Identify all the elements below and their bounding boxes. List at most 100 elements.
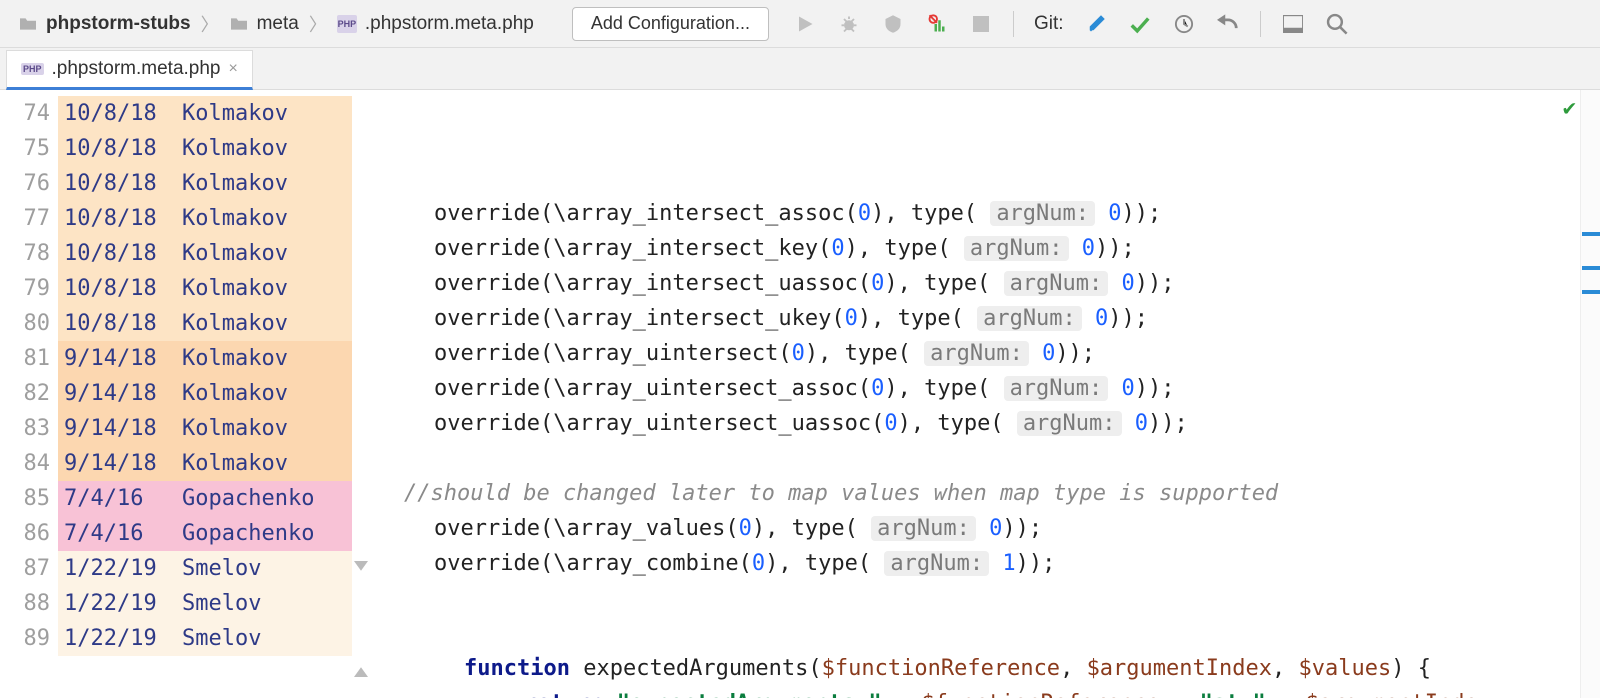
line-number: 80 bbox=[0, 306, 58, 341]
annotate-date: 7/4/16 bbox=[64, 516, 182, 551]
line-number-gutter: 74757677787980818283848586878889 bbox=[0, 90, 58, 698]
run-toolbar: Git: bbox=[793, 11, 1349, 37]
code-line[interactable]: override(\array_uintersect_uassoc(0), ty… bbox=[374, 406, 1600, 441]
annotate-row[interactable]: 1/22/19Smelov bbox=[58, 586, 352, 621]
annotate-row[interactable]: 10/8/18Kolmakov bbox=[58, 166, 352, 201]
annotate-row[interactable]: 9/14/18Kolmakov bbox=[58, 446, 352, 481]
revert-icon[interactable] bbox=[1216, 12, 1240, 36]
code-line[interactable]: override(\array_combine(0), type( argNum… bbox=[374, 546, 1600, 581]
stop-icon[interactable] bbox=[969, 12, 993, 36]
rail-marker bbox=[1582, 290, 1600, 294]
run-icon[interactable] bbox=[793, 12, 817, 36]
annotate-row[interactable]: 10/8/18Kolmakov bbox=[58, 306, 352, 341]
layout-icon[interactable] bbox=[1281, 12, 1305, 36]
annotate-author: Kolmakov bbox=[182, 341, 288, 376]
annotate-author: Smelov bbox=[182, 621, 261, 656]
line-number: 76 bbox=[0, 166, 58, 201]
breadcrumb-folder[interactable]: meta bbox=[221, 11, 307, 37]
annotate-row[interactable]: 1/22/19Smelov bbox=[58, 551, 352, 586]
code-line[interactable] bbox=[374, 616, 1600, 651]
tab-label: .phpstorm.meta.php bbox=[52, 58, 221, 80]
annotate-date: 9/14/18 bbox=[64, 376, 182, 411]
annotate-date: 1/22/19 bbox=[64, 621, 182, 656]
annotate-date: 1/22/19 bbox=[64, 586, 182, 621]
fold-gutter[interactable] bbox=[352, 90, 374, 698]
rail-marker bbox=[1582, 266, 1600, 270]
annotate-author: Kolmakov bbox=[182, 201, 288, 236]
line-number: 74 bbox=[0, 96, 58, 131]
code-line[interactable]: //should be changed later to map values … bbox=[374, 476, 1600, 511]
breadcrumb-project[interactable]: phpstorm-stubs bbox=[10, 11, 199, 37]
annotate-author: Kolmakov bbox=[182, 411, 288, 446]
add-configuration-button[interactable]: Add Configuration... bbox=[572, 7, 769, 41]
line-number: 79 bbox=[0, 271, 58, 306]
code-line[interactable]: override(\array_uintersect(0), type( arg… bbox=[374, 336, 1600, 371]
code-line[interactable]: override(\array_intersect_assoc(0), type… bbox=[374, 196, 1600, 231]
php-file-icon: PHP bbox=[337, 15, 357, 33]
code-line[interactable]: override(\array_uintersect_assoc(0), typ… bbox=[374, 371, 1600, 406]
line-number: 75 bbox=[0, 131, 58, 166]
code-line[interactable]: return "expectedArguments " . $functionR… bbox=[374, 686, 1600, 698]
code-line[interactable] bbox=[374, 441, 1600, 476]
annotate-row[interactable]: 9/14/18Kolmakov bbox=[58, 376, 352, 411]
line-number: 89 bbox=[0, 621, 58, 656]
code-line[interactable]: override(\array_intersect_key(0), type( … bbox=[374, 231, 1600, 266]
line-number: 86 bbox=[0, 516, 58, 551]
annotate-date: 10/8/18 bbox=[64, 236, 182, 271]
code-area[interactable]: ✔ override(\array_intersect_assoc(0), ty… bbox=[374, 90, 1600, 698]
code-line[interactable]: override(\array_intersect_uassoc(0), typ… bbox=[374, 266, 1600, 301]
annotate-author: Kolmakov bbox=[182, 376, 288, 411]
editor-tab[interactable]: PHP .phpstorm.meta.php × bbox=[6, 50, 253, 90]
search-icon[interactable] bbox=[1325, 12, 1349, 36]
scrollbar[interactable] bbox=[1580, 90, 1600, 698]
vcs-annotate-gutter[interactable]: 10/8/18Kolmakov10/8/18Kolmakov10/8/18Kol… bbox=[58, 90, 352, 698]
annotate-author: Gopachenko bbox=[182, 481, 314, 516]
git-label: Git: bbox=[1034, 13, 1064, 35]
fold-collapse-icon[interactable] bbox=[354, 556, 370, 572]
coverage-icon[interactable] bbox=[881, 12, 905, 36]
annotate-author: Kolmakov bbox=[182, 166, 288, 201]
separator bbox=[1013, 11, 1014, 37]
close-icon[interactable]: × bbox=[229, 60, 238, 78]
breadcrumb-label: .phpstorm.meta.php bbox=[365, 13, 534, 35]
line-number: 88 bbox=[0, 586, 58, 621]
editor-tabbar: PHP .phpstorm.meta.php × bbox=[0, 48, 1600, 90]
toolbar: phpstorm-stubs 〉 meta 〉 PHP .phpstorm.me… bbox=[0, 0, 1600, 48]
line-number: 78 bbox=[0, 236, 58, 271]
annotate-author: Kolmakov bbox=[182, 96, 288, 131]
code-line[interactable] bbox=[374, 581, 1600, 616]
annotate-date: 9/14/18 bbox=[64, 341, 182, 376]
profile-icon[interactable] bbox=[925, 12, 949, 36]
update-icon[interactable] bbox=[1084, 12, 1108, 36]
annotate-row[interactable]: 9/14/18Kolmakov bbox=[58, 341, 352, 376]
annotate-row[interactable]: 10/8/18Kolmakov bbox=[58, 96, 352, 131]
code-line[interactable]: override(\array_intersect_ukey(0), type(… bbox=[374, 301, 1600, 336]
code-line[interactable]: function expectedArguments($functionRefe… bbox=[374, 651, 1600, 686]
breadcrumb-file[interactable]: PHP .phpstorm.meta.php bbox=[329, 11, 542, 37]
annotate-row[interactable]: 10/8/18Kolmakov bbox=[58, 236, 352, 271]
fold-expand-icon[interactable] bbox=[354, 658, 370, 674]
annotate-author: Kolmakov bbox=[182, 446, 288, 481]
annotate-row[interactable]: 10/8/18Kolmakov bbox=[58, 131, 352, 166]
annotate-row[interactable]: 7/4/16Gopachenko bbox=[58, 481, 352, 516]
code-line[interactable]: override(\array_values(0), type( argNum:… bbox=[374, 511, 1600, 546]
annotate-row[interactable]: 9/14/18Kolmakov bbox=[58, 411, 352, 446]
editor: 74757677787980818283848586878889 10/8/18… bbox=[0, 90, 1600, 698]
inspection-ok-icon[interactable]: ✔ bbox=[1563, 96, 1576, 121]
php-file-icon: PHP bbox=[21, 63, 44, 75]
history-icon[interactable] bbox=[1172, 12, 1196, 36]
annotate-author: Kolmakov bbox=[182, 271, 288, 306]
annotate-row[interactable]: 7/4/16Gopachenko bbox=[58, 516, 352, 551]
commit-icon[interactable] bbox=[1128, 12, 1152, 36]
annotate-author: Kolmakov bbox=[182, 306, 288, 341]
annotate-row[interactable]: 10/8/18Kolmakov bbox=[58, 271, 352, 306]
annotate-row[interactable]: 1/22/19Smelov bbox=[58, 621, 352, 656]
debug-icon[interactable] bbox=[837, 12, 861, 36]
folder-icon bbox=[229, 15, 249, 33]
annotate-date: 10/8/18 bbox=[64, 131, 182, 166]
annotate-author: Gopachenko bbox=[182, 516, 314, 551]
chevron-icon: 〉 bbox=[307, 11, 329, 37]
annotate-row[interactable]: 10/8/18Kolmakov bbox=[58, 201, 352, 236]
annotate-date: 9/14/18 bbox=[64, 446, 182, 481]
annotate-date: 10/8/18 bbox=[64, 96, 182, 131]
